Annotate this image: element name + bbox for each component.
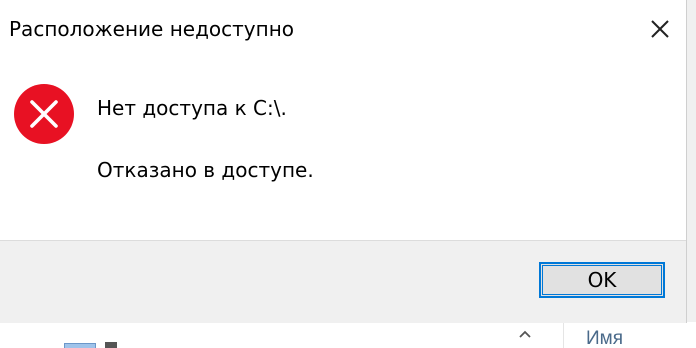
title-bar: Расположение недоступно [0,0,686,62]
chevron-up-icon [519,330,531,338]
column-header-name[interactable]: Имя [586,328,623,348]
error-icon [13,83,75,145]
column-separator [563,322,564,348]
background-explorer-window: Имя [0,322,696,348]
file-name-fragment [105,342,117,348]
error-dialog: Расположение недоступно Нет доступа к C:… [0,0,687,323]
scroll-up-button[interactable] [514,323,536,347]
folder-icon [64,343,96,348]
error-message-secondary: Отказано в доступе. [97,158,314,182]
dialog-title: Расположение недоступно [9,17,295,41]
ok-button[interactable]: OK [539,262,665,298]
dialog-footer: OK [0,240,686,323]
close-button[interactable] [646,15,674,43]
screen: Имя Расположение недоступно Нет доступа … [0,0,696,348]
error-message-primary: Нет доступа к C:\. [97,96,287,120]
close-icon [651,20,669,38]
